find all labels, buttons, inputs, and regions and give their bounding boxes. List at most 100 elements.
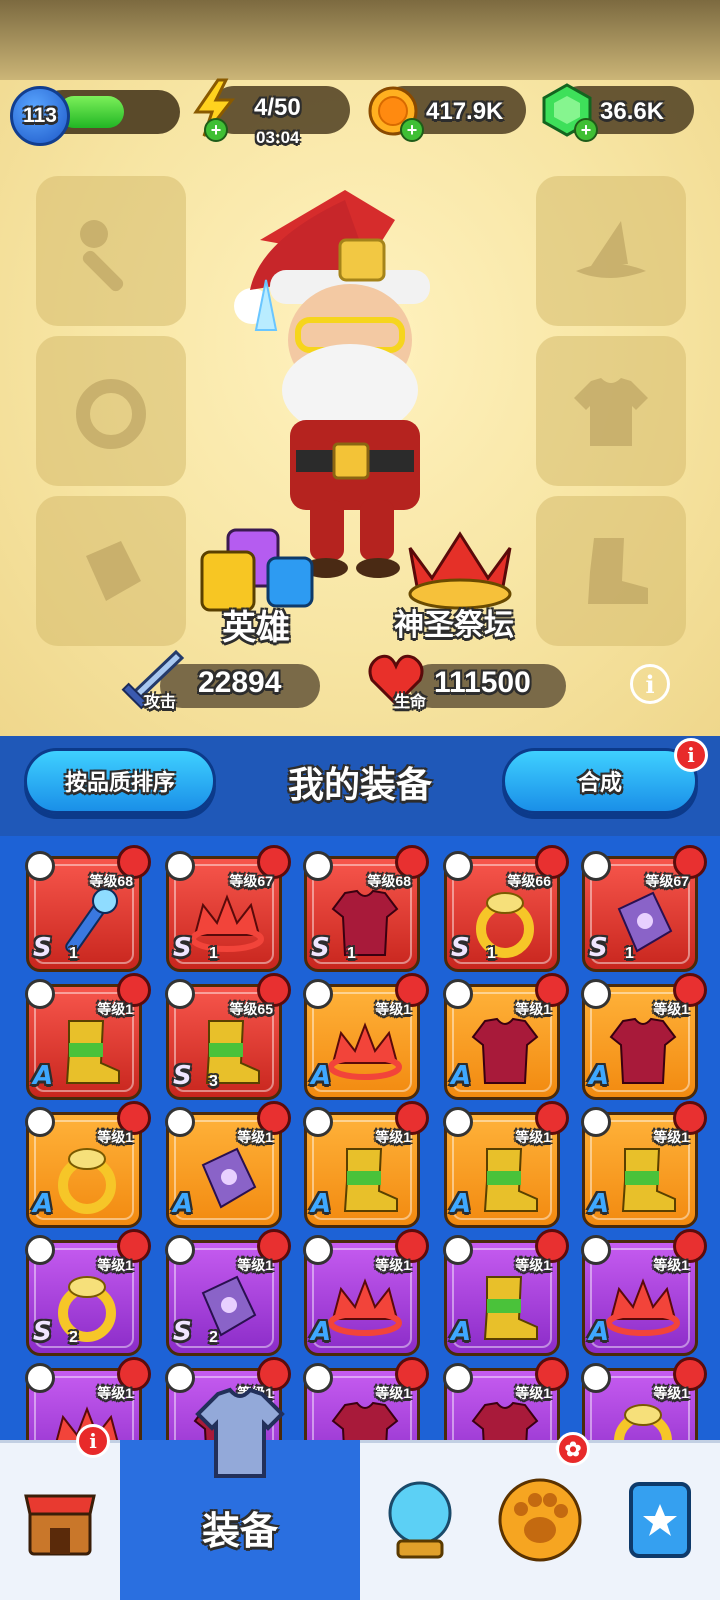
- slot-type-icon: [581, 1235, 611, 1265]
- shirt-slot-icon: [574, 378, 648, 446]
- nav-pet-tab[interactable]: [480, 1440, 600, 1600]
- equipment-cell[interactable]: 等级68 S 1: [303, 845, 429, 972]
- equipment-cell[interactable]: 等级68 S 1: [25, 845, 151, 972]
- item-tier: S: [173, 1317, 192, 1347]
- hp-tag: 生命: [394, 694, 427, 711]
- helmet-slot[interactable]: [536, 176, 686, 326]
- item-tier: A: [589, 1061, 610, 1091]
- slot-type-icon: [303, 1363, 333, 1393]
- staff-item-icon: [65, 888, 118, 954]
- item-tier: A: [589, 1189, 610, 1219]
- equipment-cell[interactable]: 等级66 S 1: [443, 845, 569, 972]
- equipment-cell[interactable]: 等级1 S 2: [165, 1229, 291, 1356]
- equipment-cell[interactable]: 等级1 A: [581, 1229, 707, 1356]
- ring-slot[interactable]: [36, 336, 186, 486]
- boot-item-icon: [65, 1020, 120, 1084]
- hp-value: 111500: [434, 666, 531, 699]
- item-level: 等级1: [375, 1129, 411, 1145]
- armor-item-icon: [331, 889, 399, 956]
- item-tier: A: [451, 1061, 472, 1091]
- gem-plus-button[interactable]: +: [574, 118, 598, 142]
- item-level: 等级1: [653, 1385, 689, 1401]
- item-count: 1: [487, 945, 496, 962]
- slot-type-icon: [25, 1107, 55, 1137]
- player-level-badge[interactable]: 113: [10, 86, 70, 146]
- equipment-cell[interactable]: 等级67 S 1: [165, 845, 291, 972]
- armor-item-icon: [609, 1017, 677, 1084]
- shop-alert-badge: i: [76, 1424, 110, 1458]
- boot-item-icon: [343, 1148, 398, 1212]
- item-level: 等级1: [97, 1385, 133, 1401]
- equipment-cell[interactable]: 等级1 A: [303, 1229, 429, 1356]
- item-level: 等级1: [515, 1385, 551, 1401]
- equipment-cell[interactable]: 等级1 A: [25, 1101, 151, 1228]
- item-level: 等级1: [97, 1257, 133, 1273]
- attack-tag: 攻击: [144, 694, 177, 711]
- ring-slot-icon: [76, 379, 146, 449]
- item-level: 等级67: [229, 873, 273, 889]
- armor-slot[interactable]: [536, 336, 686, 486]
- item-tier: A: [451, 1317, 472, 1347]
- pet-paw-icon: [498, 1478, 582, 1562]
- slot-type-icon: [25, 1235, 55, 1265]
- equipment-cell[interactable]: 等级67 S 1: [581, 845, 707, 972]
- crown-item-icon: [328, 1022, 402, 1080]
- equipment-cell[interactable]: 等级1 A: [303, 973, 429, 1100]
- coin-plus-button[interactable]: +: [400, 118, 424, 142]
- attack-value: 22894: [198, 666, 282, 699]
- sort-by-quality-button[interactable]: 按品质排序: [24, 748, 216, 814]
- equipment-cell[interactable]: 等级1 A: [581, 973, 707, 1100]
- crown-item-icon: [328, 1278, 402, 1336]
- slot-type-icon: [443, 979, 473, 1009]
- merge-button[interactable]: 合成: [502, 748, 698, 814]
- slot-type-icon: [25, 979, 55, 1009]
- equipment-cell[interactable]: 等级1 A: [443, 1229, 569, 1356]
- equipment-cell[interactable]: 等级1 A: [443, 1101, 569, 1228]
- ring-item-icon: [58, 1276, 116, 1342]
- energy-value: 4/50: [254, 94, 301, 121]
- item-level: 等级67: [645, 873, 689, 889]
- nav-shop-tab[interactable]: [0, 1440, 120, 1600]
- item-level: 等级66: [507, 873, 551, 889]
- crown-item-icon: [606, 1278, 680, 1336]
- item-level: 等级1: [515, 1257, 551, 1273]
- bracer-item-icon: [201, 1147, 257, 1209]
- altar-label[interactable]: 神圣祭坛: [394, 600, 514, 644]
- equipment-cell[interactable]: 等级1 S 2: [25, 1229, 151, 1356]
- info-icon[interactable]: i: [630, 664, 670, 704]
- weapon-slot[interactable]: [36, 176, 186, 326]
- item-count: 1: [347, 945, 356, 962]
- hero-tab-label[interactable]: 英雄: [222, 600, 290, 649]
- equipment-cell[interactable]: 等级1 A: [165, 1101, 291, 1228]
- energy-timer: 03:04: [256, 128, 300, 147]
- item-level: 等级1: [97, 1001, 133, 1017]
- item-tier: A: [589, 1317, 610, 1347]
- equipment-cell[interactable]: 等级1 A: [581, 1101, 707, 1228]
- boots-slot[interactable]: [536, 496, 686, 646]
- bracer-slot[interactable]: [36, 496, 186, 646]
- slot-type-icon: [443, 851, 473, 881]
- nav-crystal-tab[interactable]: [360, 1440, 480, 1600]
- slot-type-icon: [581, 979, 611, 1009]
- slot-type-icon: [303, 1235, 333, 1265]
- equipment-cell[interactable]: 等级65 S 3: [165, 973, 291, 1100]
- ring-item-icon: [58, 1148, 116, 1214]
- equipment-cell[interactable]: 等级1 A: [443, 973, 569, 1100]
- item-tier: S: [311, 933, 330, 963]
- nav-star-tab[interactable]: [600, 1440, 720, 1600]
- energy-plus-button[interactable]: +: [204, 118, 228, 142]
- slot-type-icon: [443, 1363, 473, 1393]
- item-tier: A: [451, 1189, 472, 1219]
- item-tier: S: [33, 1317, 52, 1347]
- equipment-cell[interactable]: 等级1 A: [25, 973, 151, 1100]
- item-level: 等级1: [237, 1257, 273, 1273]
- bracer-item-icon: [617, 891, 673, 953]
- nav-equipment-label[interactable]: 装备: [120, 1500, 360, 1555]
- coin-value: 417.9K: [426, 98, 504, 125]
- item-count: 2: [209, 1329, 218, 1346]
- boot-item-icon: [621, 1148, 676, 1212]
- equipment-cell[interactable]: 等级1 A: [303, 1101, 429, 1228]
- merge-alert-badge: i: [674, 738, 708, 772]
- item-level: 等级1: [375, 1385, 411, 1401]
- slot-type-icon: [165, 851, 195, 881]
